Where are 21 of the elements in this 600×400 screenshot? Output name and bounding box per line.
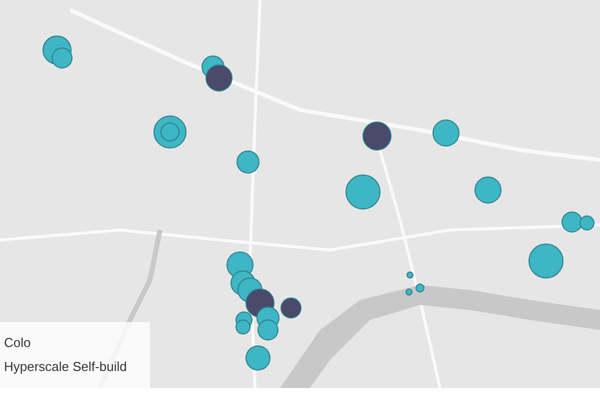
map-marker[interactable] (236, 150, 260, 174)
map-marker[interactable] (160, 122, 180, 142)
map-marker[interactable] (432, 120, 460, 146)
map-marker[interactable] (416, 284, 424, 292)
map-marker[interactable] (206, 64, 232, 92)
map-marker[interactable] (52, 48, 72, 68)
map-marker[interactable] (362, 122, 392, 150)
map-marker[interactable] (528, 244, 564, 278)
map-marker[interactable] (346, 174, 380, 210)
map-marker[interactable] (246, 346, 270, 370)
map-marker[interactable] (258, 320, 278, 340)
map-marker[interactable] (580, 216, 594, 230)
map-marker[interactable] (406, 272, 414, 278)
map-marker[interactable] (562, 212, 582, 232)
map-marker[interactable] (474, 176, 502, 204)
map[interactable]: Colo Hyperscale Self-build (0, 0, 600, 388)
map-marker[interactable] (236, 320, 250, 334)
map-marker[interactable] (406, 288, 412, 296)
map-marker[interactable] (280, 298, 302, 318)
legend-label: Hyperscale Self-build (4, 358, 128, 376)
legend-label: Colo (4, 334, 32, 352)
